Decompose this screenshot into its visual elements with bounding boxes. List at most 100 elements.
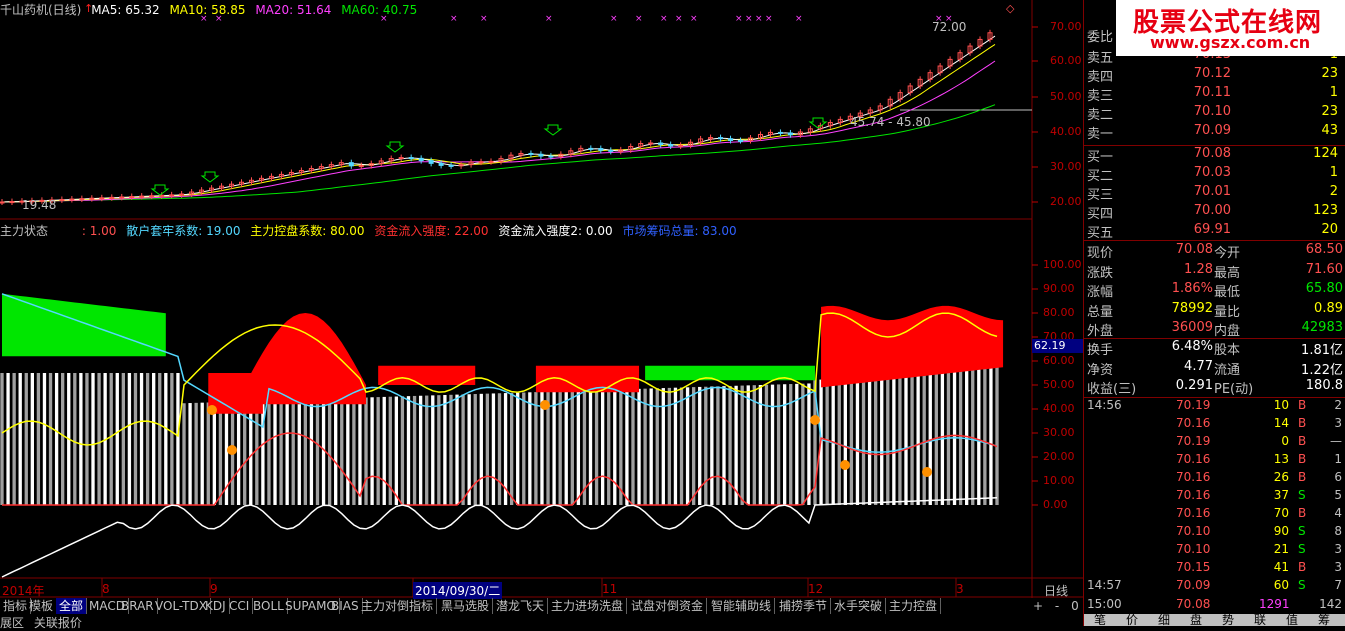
ind-bar [340,398,344,505]
ind-bar [334,398,338,505]
date-year: 2014年 [2,584,45,598]
detail-tab-1[interactable]: 价 [1126,611,1138,628]
detail-tab-6[interactable]: 值 [1286,611,1298,628]
buys-price[interactable]: 70.00 [1194,203,1231,218]
white-line [1,497,998,578]
tab-16[interactable]: 智能辅助线 [708,598,776,614]
candle-body [109,196,115,199]
candle-body [418,157,424,162]
detail-tab-7[interactable]: 筹 [1318,611,1330,628]
tick-price: 70.09 [1176,578,1211,592]
detail-tab-2[interactable]: 细 [1158,611,1170,628]
ind-bar [370,397,374,505]
ind-bar [133,373,138,505]
ind-bar [394,396,399,505]
ind-bar [764,384,769,505]
ind-bar [431,395,435,505]
tick-count: 2 [1334,398,1342,412]
chart-canvas[interactable]: × × × × × × × × × × × × × × × × × ×↑ ◇ [0,0,1083,626]
tab-1[interactable]: 模板 [26,598,58,614]
candle-body [648,142,654,145]
tab-related-quote[interactable]: 关联报价 [34,616,82,630]
price-tick: 40.00 [1050,125,1082,138]
quote-label2: 最高 [1214,265,1241,281]
zoom-out-button[interactable]: - [1055,599,1059,613]
date-m9: 9 [210,582,218,596]
period-label[interactable]: 日线 [1044,582,1068,599]
tab-12[interactable]: 黑马选股 [438,598,494,614]
buys-volume: 1 [1329,165,1338,180]
indicator-tabs: 指标 模板 全部 MACD BRAR VOL-TDX KDJ CCI BOLL SUPAMO BIA… [0,598,1083,615]
tick-row: 70.16 14 B 3 [1084,416,1345,434]
candle-body [738,139,744,142]
sells-row-4: 卖二 70.10 23 [1084,104,1345,123]
signal-x-icon: × [480,14,488,24]
ind-bar [801,383,805,505]
tab-11[interactable]: 主力对倒指标 [358,598,438,614]
detail-tab-3[interactable]: 盘 [1190,611,1202,628]
detail-tab-0[interactable]: 笔 [1094,611,1106,628]
buys-price[interactable]: 69.91 [1194,222,1231,237]
tick-count: — [1330,434,1342,448]
tab-zhanqu[interactable]: 展区 [0,616,24,630]
buys-label: 买一 [1087,150,1114,165]
zoom-in-button[interactable]: + [1033,599,1043,613]
stock-title[interactable]: 千山药机(日线) [0,3,81,17]
ind-bar [776,384,781,505]
ind-bar [922,369,926,505]
sells-price[interactable]: 70.09 [1194,123,1231,138]
ind-bar [412,395,417,505]
ind-bar [449,394,453,505]
quote-label2: 量比 [1214,304,1241,320]
ind-bar [188,403,192,505]
buys-label: 买五 [1087,226,1114,241]
quote-value2: 42983 [1301,320,1343,335]
ind-bar [916,370,920,505]
tick-count: 6 [1334,470,1342,484]
buys-price[interactable]: 70.01 [1194,184,1231,199]
indicator-v6: 市场筹码总量: 83.00 [622,224,737,238]
tab-13[interactable]: 潜龙飞天 [493,598,549,614]
ind-bar [600,389,605,505]
tick-volume: 60 [1273,578,1289,592]
ind-bar [534,392,538,505]
detail-tab-4[interactable]: 势 [1222,611,1234,628]
ma10-line [1,43,996,203]
tab-15[interactable]: 试盘对倒资金 [628,598,708,614]
buys-price[interactable]: 70.03 [1194,165,1231,180]
ind-bar [971,364,975,505]
stats-value2: 1.81亿 [1301,343,1343,358]
buys-volume: 124 [1313,146,1338,161]
ind-bar [303,399,308,505]
ind-bar [795,383,799,505]
candle-body [79,198,85,201]
range-annotation: 45.74 - 45.80 [850,115,931,129]
tab-14[interactable]: 主力进场洗盘 [548,598,628,614]
tab-17[interactable]: 捕捞季节 [776,598,832,614]
ind-bar [934,368,938,505]
tick-count: 142 [1319,597,1342,611]
tab-19[interactable]: 主力控盘 [886,598,942,614]
buy-arrow-icon [200,171,220,183]
candle-body [348,162,354,167]
signal-dot-icon [840,460,850,470]
candle-body [448,164,454,167]
buys-price[interactable]: 70.08 [1194,146,1231,161]
sells-price[interactable]: 70.10 [1194,104,1231,119]
tick-count: 3 [1334,416,1342,430]
tab-18[interactable]: 水手突破 [831,598,887,614]
ind-bar [297,399,301,505]
reset-button[interactable]: 0 [1071,599,1079,613]
ind-bar [54,373,59,505]
tick-side: B [1298,470,1307,484]
ind-bar [874,374,878,505]
stats-value2: 180.8 [1305,378,1343,393]
tab-2[interactable]: 全部 [56,598,88,614]
date-cursor[interactable]: 2014/09/30/二 [413,582,503,599]
detail-tab-5[interactable]: 联 [1254,611,1266,628]
sells-price[interactable]: 70.11 [1194,85,1231,100]
stats-row: 换手 6.48% 股本 1.81亿 [1084,339,1345,358]
sells-price[interactable]: 70.12 [1194,66,1231,81]
ind-bar [552,391,556,505]
ind-bar [97,373,101,505]
